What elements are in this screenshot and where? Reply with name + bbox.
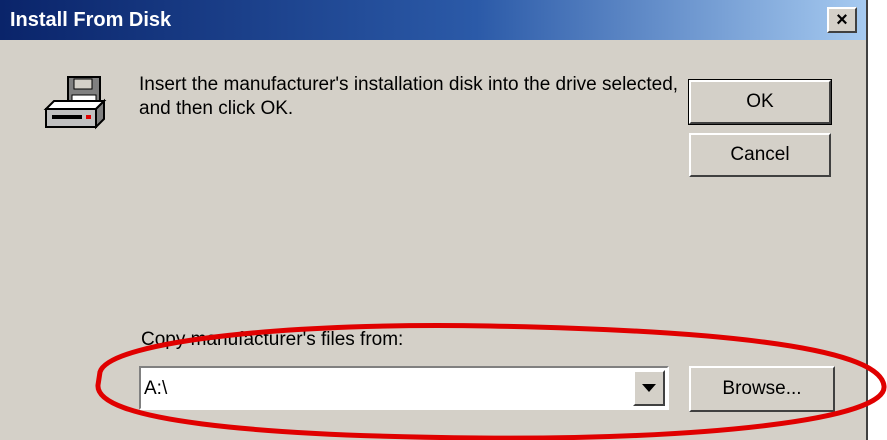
copy-from-value[interactable]: A:\	[144, 378, 167, 400]
close-icon: ×	[836, 9, 848, 31]
close-button[interactable]: ×	[827, 7, 857, 33]
install-from-disk-dialog: Install From Disk × Insert the manufactu…	[0, 0, 868, 440]
cancel-button-label: Cancel	[730, 144, 790, 165]
copy-from-combobox[interactable]: A:\	[139, 366, 669, 410]
copy-from-label: Copy manufacturer's files from:	[141, 329, 404, 350]
ok-button-label: OK	[746, 91, 774, 112]
chevron-down-icon	[642, 384, 656, 392]
ok-button[interactable]: OK	[688, 79, 832, 125]
window-title: Install From Disk	[10, 9, 172, 31]
browse-button-label: Browse...	[722, 378, 802, 399]
floppy-drive-icon	[43, 76, 107, 130]
instruction-text: Insert the manufacturer's installation d…	[139, 74, 679, 119]
dropdown-button[interactable]	[633, 370, 665, 406]
title-bar[interactable]: Install From Disk ×	[0, 0, 866, 40]
browse-button[interactable]: Browse...	[689, 366, 835, 412]
cancel-button[interactable]: Cancel	[689, 133, 831, 177]
